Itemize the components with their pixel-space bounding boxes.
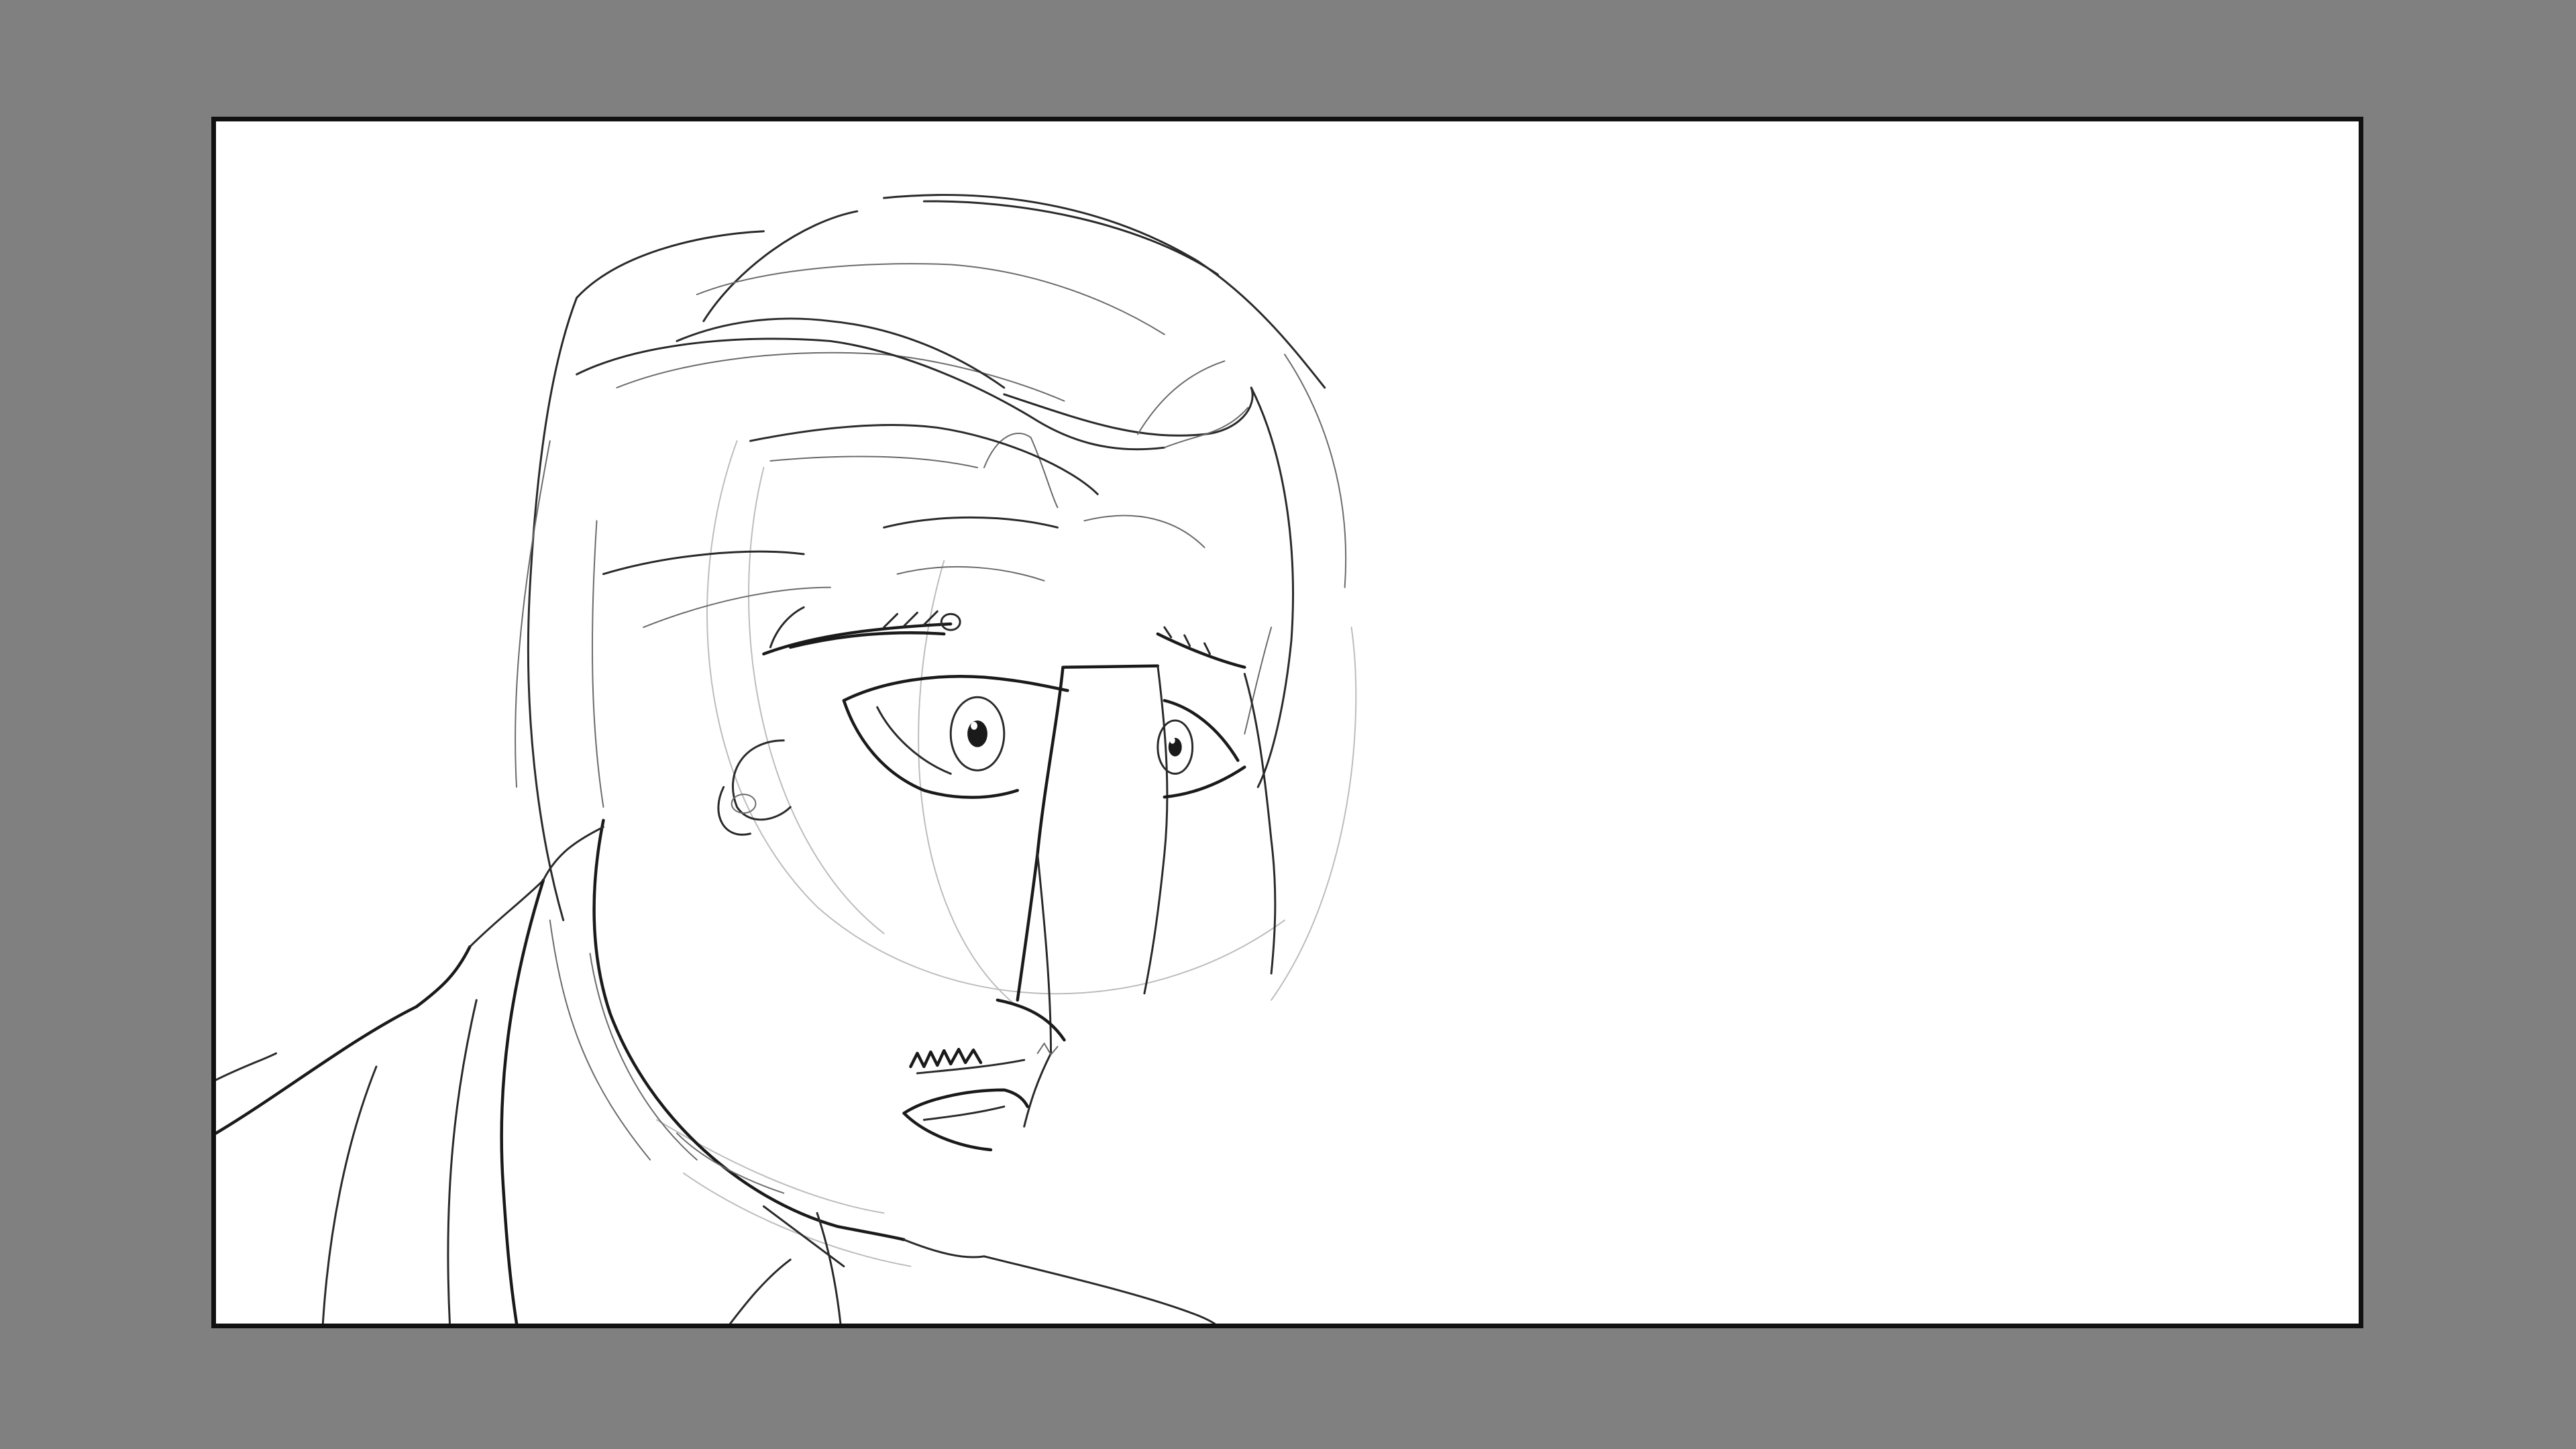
eyebrows [762, 610, 1246, 669]
hair-strokes [515, 194, 1347, 922]
storyboard-panel [211, 117, 2363, 1328]
canvas-background [0, 0, 2576, 1449]
collar-and-shoulders [216, 826, 1216, 1324]
pencil-sketch-drawing [216, 194, 1357, 1324]
mouth-and-mustache [902, 1042, 1059, 1152]
construction-lines [656, 440, 1357, 1267]
eyes [842, 675, 1246, 799]
